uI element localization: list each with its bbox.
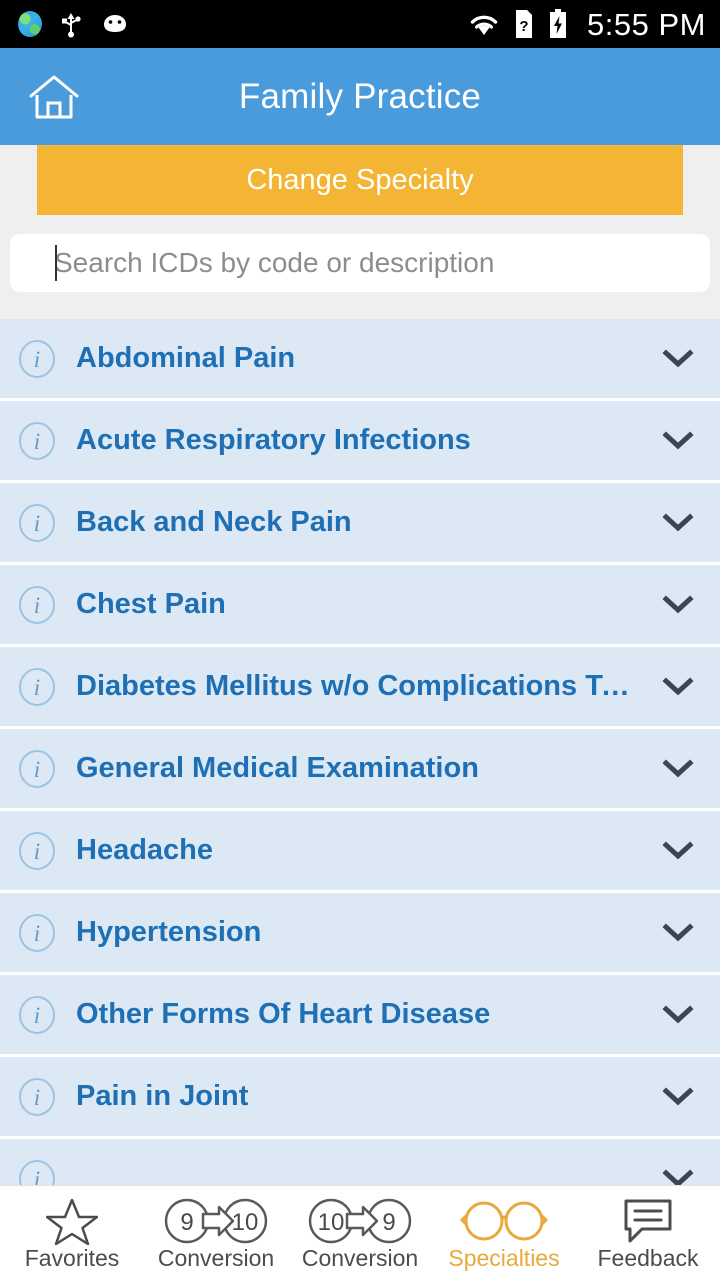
- status-bar-right-icons: ? 5:55 PM: [468, 9, 706, 40]
- info-icon[interactable]: i: [14, 830, 60, 872]
- page-title: Family Practice: [238, 76, 482, 116]
- svg-text:9: 9: [382, 1209, 395, 1236]
- list-item[interactable]: i Abdominal Pain: [0, 319, 720, 401]
- list-item[interactable]: i Pain in Joint: [0, 1057, 720, 1139]
- list-item[interactable]: i Hypertension: [0, 893, 720, 975]
- list-item[interactable]: i General Medical Examination: [0, 729, 720, 811]
- svg-text:?: ?: [519, 18, 528, 35]
- svg-text:i: i: [34, 1167, 40, 1186]
- icd-category-list[interactable]: i Abdominal Pain i Acute Respiratory Infect…: [0, 319, 720, 1185]
- list-item-label: Abdominal Pain: [76, 342, 296, 374]
- chevron-down-icon[interactable]: [658, 348, 698, 370]
- svg-text:i: i: [34, 921, 40, 946]
- list-item-label: Other Forms Of Heart Disease: [76, 998, 491, 1030]
- change-specialty-button[interactable]: Change Specialty: [37, 145, 683, 215]
- svg-text:i: i: [34, 1003, 40, 1028]
- nav-item-specialties[interactable]: Specialties: [432, 1186, 576, 1280]
- app-screen: ? 5:55 PM Family Practice Change Special…: [0, 0, 720, 1280]
- info-icon[interactable]: i: [14, 502, 60, 544]
- list-item[interactable]: i Back and Neck Pain: [0, 483, 720, 565]
- search-placeholder: Search ICDs by code or description: [54, 247, 495, 278]
- list-item-label: Hypertension: [76, 916, 262, 948]
- list-item[interactable]: i Diabetes Mellitus w/o Complications Ty…: [0, 647, 720, 729]
- content-spacer: [0, 305, 720, 319]
- svg-text:i: i: [34, 839, 40, 864]
- status-bar: ? 5:55 PM: [0, 0, 720, 48]
- app-header: Family Practice: [0, 48, 720, 145]
- nav-item-favorites[interactable]: Favorites: [0, 1186, 144, 1280]
- list-item-label: Headache: [76, 834, 214, 866]
- info-icon[interactable]: i: [14, 1076, 60, 1118]
- svg-text:i: i: [34, 593, 40, 618]
- search-input[interactable]: Search ICDs by code or description: [10, 234, 710, 292]
- list-item[interactable]: i Headache: [0, 811, 720, 893]
- list-item[interactable]: i Other Forms Of Heart Disease: [0, 975, 720, 1057]
- info-icon[interactable]: i: [14, 748, 60, 790]
- chevron-down-icon[interactable]: [658, 430, 698, 452]
- nav-item-label: Favorites: [24, 1244, 120, 1271]
- nav-item-label: Conversion: [301, 1244, 419, 1271]
- chevron-down-icon[interactable]: [658, 1004, 698, 1026]
- list-item[interactable]: i Chest Pain: [0, 565, 720, 647]
- svg-text:i: i: [34, 1085, 40, 1110]
- glasses-icon: [460, 1197, 548, 1245]
- svg-text:10: 10: [318, 1209, 345, 1236]
- nav-item-label: Feedback: [597, 1244, 699, 1271]
- android-icon: [104, 15, 126, 32]
- chevron-down-icon[interactable]: [658, 758, 698, 780]
- svg-text:i: i: [34, 757, 40, 782]
- nav-item-conversion-9-10[interactable]: 9 10 Conversion: [144, 1186, 288, 1280]
- star-icon: [46, 1197, 98, 1245]
- svg-text:i: i: [34, 675, 40, 700]
- svg-text:i: i: [34, 429, 40, 454]
- list-item-label: Pain in Joint: [76, 1080, 249, 1112]
- info-icon[interactable]: i: [14, 1158, 60, 1186]
- globe-icon: [18, 11, 42, 37]
- nav-item-label: Conversion: [157, 1244, 275, 1271]
- sim-question-icon: ?: [516, 10, 533, 38]
- list-item-label: Back and Neck Pain: [76, 506, 352, 538]
- svg-text:i: i: [34, 511, 40, 536]
- chevron-down-icon[interactable]: [658, 676, 698, 698]
- svg-text:10: 10: [232, 1209, 259, 1236]
- status-bar-left-icons: [18, 10, 130, 38]
- specialty-bar: Change Specialty: [0, 145, 720, 221]
- chevron-down-icon[interactable]: [658, 1086, 698, 1108]
- list-item-label: Diabetes Mellitus w/o Complications Ty…: [76, 670, 646, 702]
- status-bar-clock: 5:55 PM: [587, 6, 706, 42]
- chat-bubble-icon: [622, 1197, 674, 1245]
- convert-10-to-9-icon: 10 9: [305, 1197, 415, 1245]
- svg-text:9: 9: [180, 1209, 193, 1236]
- list-item-label: Chest Pain: [76, 588, 226, 620]
- wifi-icon: [470, 15, 498, 35]
- chevron-down-icon[interactable]: [658, 922, 698, 944]
- nav-item-conversion-10-9[interactable]: 10 9 Conversion: [288, 1186, 432, 1280]
- info-icon[interactable]: i: [14, 994, 60, 1036]
- chevron-down-icon[interactable]: [658, 594, 698, 616]
- nav-item-label: Specialties: [448, 1244, 560, 1271]
- info-icon[interactable]: i: [14, 420, 60, 462]
- home-icon: [29, 75, 79, 118]
- home-button[interactable]: [14, 72, 94, 122]
- list-item[interactable]: i: [0, 1139, 720, 1185]
- list-item[interactable]: i Acute Respiratory Infections: [0, 401, 720, 483]
- convert-9-to-10-icon: 9 10: [161, 1197, 271, 1245]
- list-item-label: General Medical Examination: [76, 752, 479, 784]
- info-icon[interactable]: i: [14, 584, 60, 626]
- nav-item-feedback[interactable]: Feedback: [576, 1186, 720, 1280]
- battery-charging-icon: [550, 9, 567, 38]
- list-item-label: Acute Respiratory Infections: [76, 424, 471, 456]
- chevron-down-icon[interactable]: [658, 1168, 698, 1185]
- usb-icon: [62, 13, 81, 38]
- info-icon[interactable]: i: [14, 666, 60, 708]
- info-icon[interactable]: i: [14, 912, 60, 954]
- chevron-down-icon[interactable]: [658, 840, 698, 862]
- search-bar: Search ICDs by code or description: [0, 221, 720, 305]
- chevron-down-icon[interactable]: [658, 512, 698, 534]
- svg-text:i: i: [34, 347, 40, 372]
- bottom-navigation: Favorites 9 10 Conversion 10 9 Conversion Speci…: [0, 1185, 720, 1280]
- text-caret: [55, 245, 57, 281]
- info-icon[interactable]: i: [14, 338, 60, 380]
